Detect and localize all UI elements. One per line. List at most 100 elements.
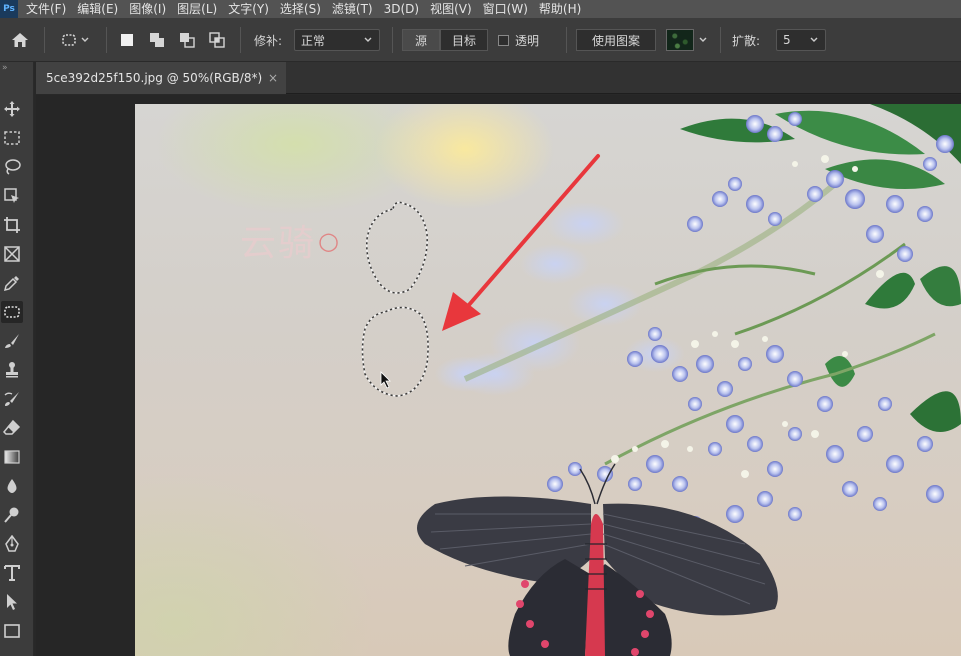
separator [240,27,241,53]
clone-stamp-icon [6,362,18,378]
patch-mode-dropdown[interactable]: 正常 [294,29,380,51]
selection-add-button[interactable] [146,29,168,51]
menu-3d[interactable]: 3D(D) [384,0,429,18]
checkbox-box [498,34,509,46]
menu-bar: Ps 文件(F) 编辑(E) 图像(I) 图层(L) 文字(Y) 选择(S) 滤… [0,0,961,18]
transparent-checkbox[interactable]: 透明 [498,29,558,51]
close-icon[interactable]: × [268,71,278,85]
object-select-tool[interactable] [1,185,23,207]
home-icon [12,33,28,47]
use-pattern-label: 使用图案 [591,33,640,48]
dodge-tool[interactable] [1,504,23,526]
separator [106,27,107,53]
menu-edit[interactable]: 编辑(E) [77,0,128,18]
document-tab[interactable]: 5ce392d25f150.jpg @ 50%(RGB/8*) × [36,62,286,94]
photo-content [361,104,961,656]
patch-destination-label: 目标 [451,33,476,48]
chevron-down-icon [699,37,707,42]
mouse-cursor-icon [380,371,391,389]
selection-intersect-button[interactable] [206,29,228,51]
blur-drop-icon [7,479,17,493]
menu-type[interactable]: 文字(Y) [228,0,279,18]
watermark-circle: ○ [318,227,341,255]
watermark-text: 云骑○ [240,214,341,266]
rectangle-shape-icon [4,624,20,638]
patch-source-label: 源 [414,33,427,48]
separator [44,27,45,53]
pattern-picker[interactable] [664,29,710,51]
eyedropper-tool[interactable] [1,272,23,294]
subtract-selection-icon [180,33,195,48]
chevron-down-icon [810,37,818,42]
pen-tool[interactable] [1,533,23,555]
document-canvas[interactable]: 云骑○ [135,104,961,656]
selection-new-button[interactable] [116,29,138,51]
diffusion-value: 5 [783,33,791,47]
path-select-arrow-icon [7,594,17,610]
eraser-tool[interactable] [1,417,23,439]
brush-icon [5,334,19,348]
patch-mode-label: 修补: [254,33,283,48]
frame-tool[interactable] [1,243,23,265]
home-button[interactable] [8,29,32,51]
move-tool[interactable] [1,98,23,120]
rectangle-tool[interactable] [1,620,23,642]
options-bar: 修补: 正常 源 目标 透明 使用图案 扩散: 5 [0,18,961,62]
transparent-label: 透明 [515,33,540,48]
menu-file[interactable]: 文件(F) [26,0,76,18]
frame-icon [4,246,20,262]
photoshop-window: Ps 文件(F) 编辑(E) 图像(I) 图层(L) 文字(Y) 选择(S) 滤… [0,0,961,656]
chevron-down-icon [81,37,89,42]
history-brush-tool[interactable] [1,388,23,410]
menu-image[interactable]: 图像(I) [129,0,176,18]
chevron-down-icon [364,37,372,42]
patch-tool[interactable] [1,301,23,323]
tools-panel: » [0,62,34,656]
menu-help[interactable]: 帮助(H) [539,0,591,18]
leaves [604,104,961,466]
document-tab-bar: 5ce392d25f150.jpg @ 50%(RGB/8*) × [36,62,961,94]
rectangular-marquee-icon [4,131,20,145]
selection-subtract-button[interactable] [176,29,198,51]
add-selection-icon [150,33,164,47]
separator [720,27,721,53]
lasso-tool[interactable] [1,156,23,178]
panel-collapse-icon[interactable]: » [0,62,34,74]
object-select-icon [4,188,19,203]
pattern-swatch [666,29,694,51]
use-pattern-button[interactable]: 使用图案 [576,29,656,51]
intersect-selection-icon [209,32,225,48]
patch-source-button[interactable]: 源 [402,29,440,51]
document-tab-title: 5ce392d25f150.jpg @ 50%(RGB/8*) [46,71,263,85]
type-icon [4,565,20,581]
marquee-tool[interactable] [1,127,23,149]
history-brush-icon [4,392,19,406]
brush-tool[interactable] [1,330,23,352]
menu-layer[interactable]: 图层(L) [177,0,227,18]
blur-tool[interactable] [1,475,23,497]
lasso-icon [5,159,21,175]
new-selection-icon [121,34,133,46]
type-tool[interactable] [1,562,23,584]
eraser-icon [3,419,21,435]
menu-window[interactable]: 窗口(W) [483,0,538,18]
eyedropper-icon [3,276,19,292]
patch-tool-icon [62,34,76,46]
dodge-icon [4,507,19,523]
patch-destination-button[interactable]: 目标 [440,29,488,51]
crop-tool[interactable] [1,214,23,236]
menu-view[interactable]: 视图(V) [430,0,482,18]
gradient-icon [4,450,20,464]
tool-preset-picker[interactable] [54,29,96,51]
diffusion-label: 扩散: [732,33,761,48]
menu-select[interactable]: 选择(S) [280,0,331,18]
watermark-label: 云骑 [240,223,317,264]
photoshop-logo: Ps [0,0,18,18]
patch-icon [4,306,20,318]
diffusion-dropdown[interactable]: 5 [776,29,826,51]
path-select-tool[interactable] [1,591,23,613]
gradient-tool[interactable] [1,446,23,468]
stamp-tool[interactable] [1,359,23,381]
separator [392,27,393,53]
menu-filter[interactable]: 滤镜(T) [332,0,383,18]
